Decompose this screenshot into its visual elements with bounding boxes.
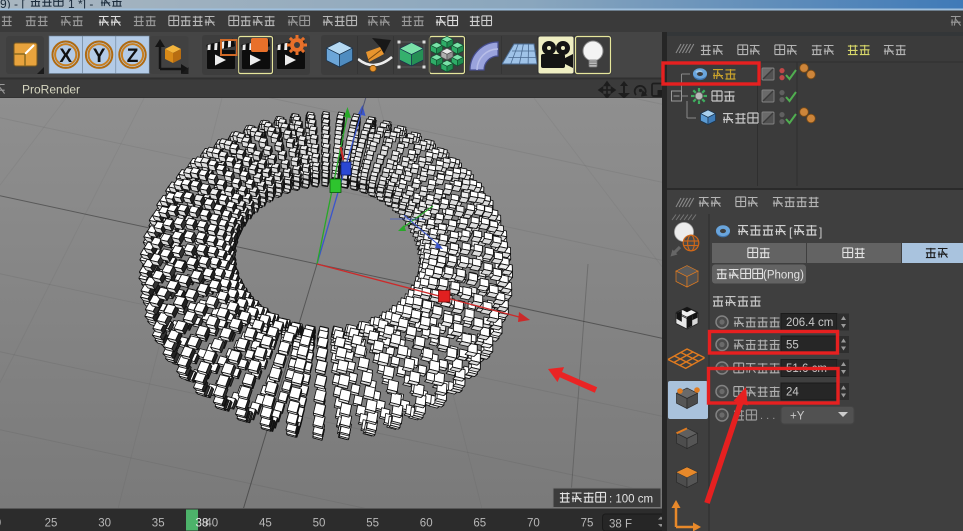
svg-text:50: 50 [313, 518, 326, 530]
svg-text:45: 45 [259, 518, 272, 530]
svg-text:25: 25 [45, 518, 58, 530]
svg-text:X: X [59, 46, 72, 67]
svg-text:: 100 cm: : 100 cm [609, 494, 653, 506]
svg-text:]: ] [819, 225, 822, 239]
svg-text:(Phong): (Phong) [763, 270, 804, 282]
svg-text:55: 55 [366, 518, 379, 530]
svg-text:38: 38 [196, 518, 209, 530]
svg-text:60: 60 [420, 518, 433, 530]
svg-text:65: 65 [473, 518, 486, 530]
svg-text:ProRender: ProRender [22, 83, 80, 97]
svg-text:30: 30 [98, 518, 111, 530]
svg-text:38 F: 38 F [609, 519, 632, 531]
svg-text:0: 0 [0, 518, 1, 530]
svg-text:. . .: . . . [760, 410, 775, 422]
svg-text:75: 75 [581, 518, 594, 530]
svg-text:Z: Z [127, 46, 139, 67]
svg-text:55: 55 [786, 340, 799, 352]
svg-text:24: 24 [786, 387, 799, 399]
svg-text:+Y: +Y [790, 411, 805, 423]
svg-text:206.4 cm: 206.4 cm [786, 317, 833, 329]
svg-text:35: 35 [152, 518, 165, 530]
svg-text:70: 70 [527, 518, 540, 530]
svg-text:Y: Y [93, 46, 106, 67]
